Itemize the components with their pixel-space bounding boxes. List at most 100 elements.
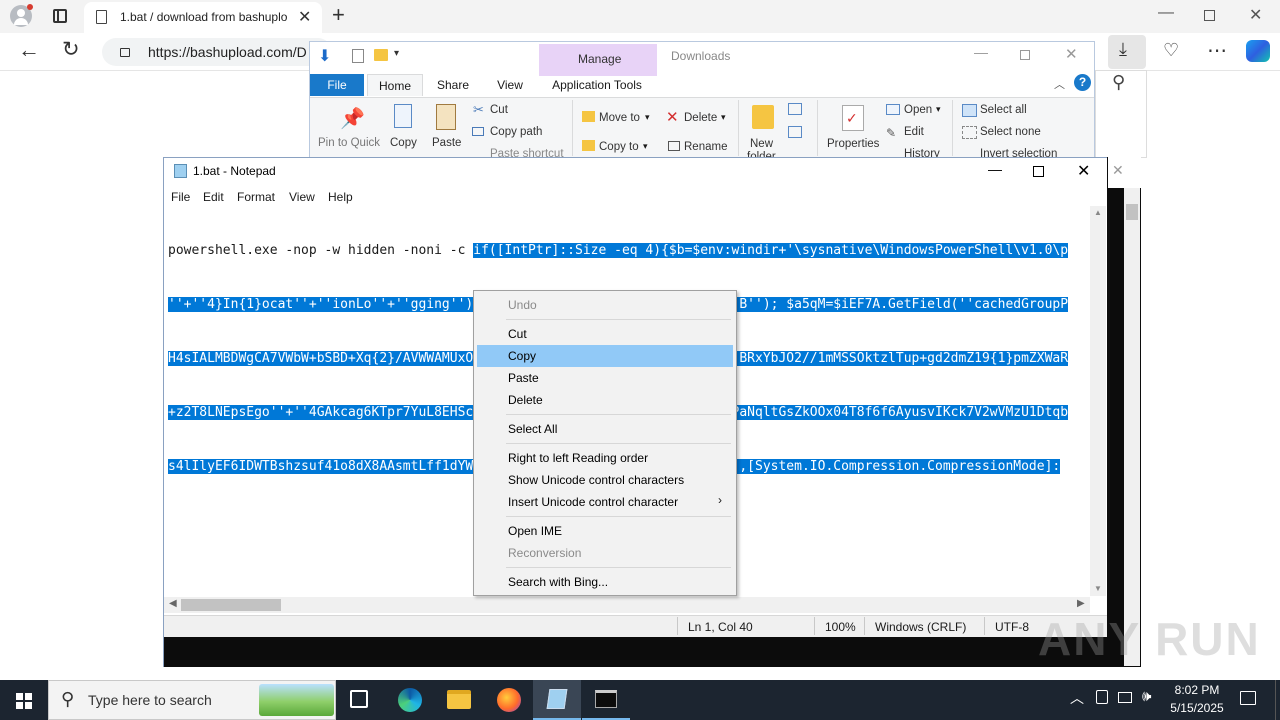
cmd-taskbar-button[interactable] [582, 680, 630, 720]
edit-icon: ✎ [886, 126, 897, 140]
tab-view[interactable]: View [486, 74, 534, 96]
menu-insert-unicode[interactable]: Insert Unicode control character [477, 491, 733, 513]
browser-tab[interactable]: 1.bat / download from bashuplo ✕ [84, 2, 322, 33]
menu-rtl-reading-order[interactable]: Right to left Reading order [477, 447, 733, 469]
text-line-1: powershell.exe -nop -w hidden -noni -c i… [168, 242, 1090, 260]
menu-search-bing[interactable]: Search with Bing... [477, 571, 733, 593]
file-explorer-taskbar-icon[interactable] [447, 690, 471, 709]
menu-file[interactable]: File [171, 190, 190, 204]
ribbon-divider [738, 100, 739, 156]
close-notepad-icon[interactable]: ✕ [1077, 161, 1090, 181]
edge-taskbar-icon[interactable] [398, 688, 422, 712]
menu-help[interactable]: Help [328, 190, 353, 204]
new-folder-qat-icon[interactable] [374, 49, 388, 61]
maximize-notepad-icon[interactable] [1033, 166, 1044, 177]
vertical-scrollbar[interactable]: ▲ ▼ [1090, 206, 1106, 596]
maximize-explorer-icon[interactable] [1020, 50, 1030, 60]
restore-browser-icon[interactable] [1204, 10, 1215, 21]
properties-qat-icon[interactable] [352, 49, 364, 63]
menu-open-ime[interactable]: Open IME [477, 520, 733, 542]
browser-essentials-icon[interactable]: ♡ [1163, 40, 1179, 61]
horizontal-scrollbar[interactable]: ◀ ▶ [164, 597, 1090, 613]
delete-ribbon-button[interactable]: Delete [684, 112, 717, 124]
menu-edit[interactable]: Edit [203, 190, 224, 204]
easy-access-icon[interactable] [788, 126, 802, 138]
copy-ribbon-button[interactable]: Copy [390, 137, 417, 149]
menu-select-all[interactable]: Select All [477, 418, 733, 440]
copy-path-button[interactable]: Copy path [490, 126, 542, 138]
properties-icon: ✓ [842, 105, 864, 131]
pin-to-quick-access-button[interactable]: Pin to Quick [318, 137, 380, 149]
menu-copy[interactable]: Copy [477, 345, 733, 367]
back-icon[interactable]: ← [18, 37, 40, 63]
close-tab-icon[interactable]: ✕ [298, 7, 311, 27]
minimize-browser-icon[interactable]: — [1158, 4, 1174, 22]
refresh-icon[interactable]: ↻ [62, 37, 80, 62]
delete-dropdown-icon: ▾ [721, 112, 726, 122]
close-explorer-icon[interactable]: ✕ [1065, 45, 1078, 63]
paste-ribbon-button[interactable]: Paste [432, 137, 461, 149]
show-desktop-button[interactable] [1275, 680, 1280, 720]
menu-cut[interactable]: Cut [477, 323, 733, 345]
tab-file[interactable]: File [310, 74, 364, 96]
cmd-taskbar-icon [595, 690, 617, 708]
new-item-icon[interactable] [788, 103, 802, 115]
tab-home[interactable]: Home [367, 74, 423, 96]
more-options-icon[interactable]: ⋯ [1207, 38, 1227, 63]
tab-application-tools[interactable]: Application Tools [544, 74, 650, 96]
clock-time[interactable]: 8:02 PM [1174, 683, 1220, 697]
new-folder-button-line1[interactable]: New [750, 138, 773, 150]
close-browser-icon[interactable]: ✕ [1249, 5, 1262, 25]
status-divider [864, 617, 865, 635]
menu-format[interactable]: Format [237, 190, 275, 204]
volume-icon[interactable]: 🕪 [1142, 688, 1151, 705]
tab-share[interactable]: Share [428, 74, 478, 96]
firefox-taskbar-icon[interactable] [497, 688, 521, 712]
qat-dropdown-icon[interactable]: ▾ [394, 48, 399, 59]
task-view-icon[interactable] [350, 690, 368, 708]
copy-to-button[interactable]: Copy to [599, 141, 639, 153]
notepad-taskbar-button[interactable] [533, 680, 581, 720]
properties-button[interactable]: Properties [827, 138, 879, 150]
minimize-explorer-icon[interactable]: — [974, 44, 988, 60]
show-hidden-icons-icon[interactable]: ︿ [1070, 688, 1084, 708]
quick-access-download-icon[interactable]: ⬇ [318, 46, 331, 66]
open-button[interactable]: Open [904, 104, 932, 116]
console-scrollbar[interactable] [1124, 188, 1140, 666]
status-divider [677, 617, 678, 635]
minimize-notepad-icon[interactable]: — [988, 161, 1002, 177]
menu-view[interactable]: View [289, 190, 315, 204]
help-icon[interactable]: ? [1074, 74, 1091, 91]
copy-large-icon [394, 104, 412, 128]
profile-avatar[interactable] [10, 4, 33, 27]
select-all-button[interactable]: Select all [980, 104, 1027, 116]
notification-icon[interactable] [1240, 691, 1256, 705]
taskbar-search-box[interactable]: ⚲ Type here to search [48, 680, 336, 720]
address-bar[interactable]: https://bashupload.com/D [102, 38, 332, 66]
pin-icon[interactable]: ⚲ [1112, 72, 1125, 93]
delete-x-icon: ✕ [666, 109, 679, 126]
network-device-icon[interactable] [1096, 690, 1108, 704]
new-tab-icon[interactable]: + [332, 2, 345, 28]
menu-paste[interactable]: Paste [477, 367, 733, 389]
url-text: https://bashupload.com/D [148, 44, 307, 60]
menu-show-unicode[interactable]: Show Unicode control characters [477, 469, 733, 491]
network-icon[interactable] [1118, 692, 1132, 703]
menu-reconversion: Reconversion [508, 546, 582, 560]
menu-delete[interactable]: Delete [477, 389, 733, 411]
cut-ribbon-button[interactable]: Cut [490, 104, 508, 116]
rename-button[interactable]: Rename [684, 141, 727, 153]
close-console-icon[interactable]: ✕ [1112, 162, 1124, 179]
select-none-button[interactable]: Select none [980, 126, 1041, 138]
select-all-icon [962, 104, 977, 117]
move-to-button[interactable]: Move to [599, 112, 640, 124]
clock-date[interactable]: 5/15/2025 [1168, 701, 1226, 715]
downloads-button[interactable]: ⤓ [1108, 35, 1146, 69]
copilot-icon[interactable] [1246, 40, 1270, 62]
tab-actions-icon[interactable] [53, 9, 67, 23]
horizontal-scroll-thumb[interactable] [181, 599, 281, 611]
paste-icon [436, 104, 456, 130]
edit-button[interactable]: Edit [904, 126, 924, 138]
start-button[interactable] [0, 680, 48, 720]
collapse-ribbon-icon[interactable]: ︿ [1054, 76, 1065, 92]
